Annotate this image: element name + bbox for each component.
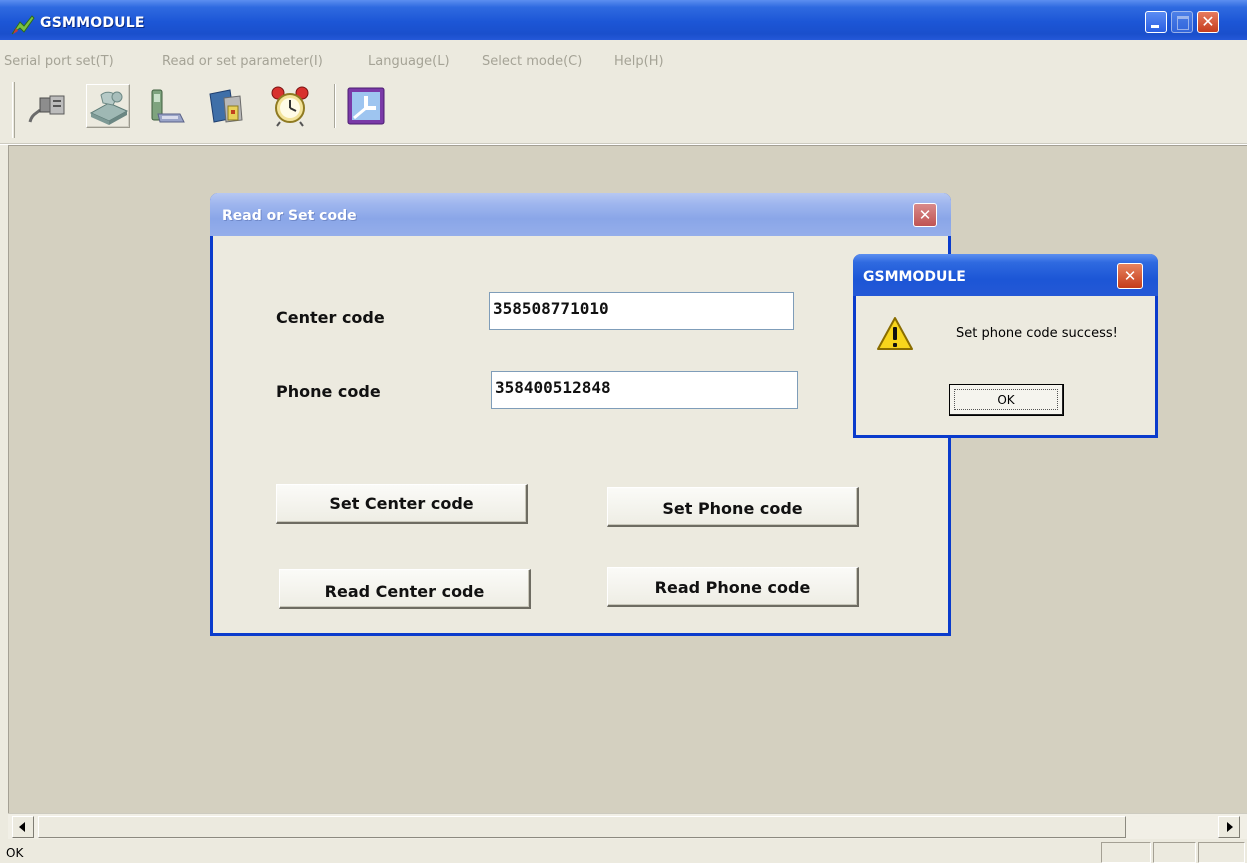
window-title: GSMMODULE xyxy=(40,15,145,31)
dialog-title: Read or Set code xyxy=(222,208,357,224)
toolbar xyxy=(0,76,1247,144)
status-bar: OK xyxy=(0,839,1247,863)
set-phone-code-button[interactable]: Set Phone code xyxy=(607,487,859,527)
dialog-close-button[interactable]: ✕ xyxy=(913,203,937,227)
arrow-left-icon xyxy=(19,822,25,832)
clock-button[interactable] xyxy=(344,84,388,128)
alarm-button[interactable] xyxy=(268,84,312,128)
status-panel xyxy=(1101,842,1151,863)
clock-icon xyxy=(347,87,385,125)
window-title-bar: GSMMODULE ✕ xyxy=(0,0,1247,40)
ok-button[interactable]: OK xyxy=(949,384,1064,416)
read-center-code-button[interactable]: Read Center code xyxy=(279,569,531,609)
module-settings-button[interactable] xyxy=(86,84,130,128)
window-left-frame xyxy=(0,145,8,863)
scroll-right-button[interactable] xyxy=(1218,816,1240,838)
scroll-left-button[interactable] xyxy=(12,816,34,838)
toolbar-grip[interactable] xyxy=(12,82,15,138)
message-text: Set phone code success! xyxy=(956,326,1118,341)
center-code-label: Center code xyxy=(276,308,385,327)
close-button[interactable]: ✕ xyxy=(1197,11,1219,33)
alarm-clock-icon xyxy=(271,86,309,127)
message-box: GSMMODULE ✕ Set phone code success! OK xyxy=(853,254,1158,438)
document-folder-button[interactable] xyxy=(204,84,248,128)
serial-port-button[interactable] xyxy=(26,84,70,128)
phone-button[interactable] xyxy=(144,84,188,128)
maximize-button[interactable] xyxy=(1171,11,1193,33)
close-icon: ✕ xyxy=(918,206,932,224)
warning-icon xyxy=(877,317,913,350)
minimize-button[interactable] xyxy=(1145,11,1167,33)
set-center-code-button[interactable]: Set Center code xyxy=(276,484,528,524)
app-icon xyxy=(11,15,35,35)
center-code-field[interactable]: 358508771010 xyxy=(489,292,794,330)
menu-select-mode[interactable]: Select mode(C) xyxy=(482,54,582,69)
status-panel xyxy=(1153,842,1196,863)
module-settings-icon xyxy=(89,91,129,125)
menu-language[interactable]: Language(L) xyxy=(368,54,450,69)
message-box-close-button[interactable]: ✕ xyxy=(1117,263,1143,289)
status-text: OK xyxy=(6,846,24,860)
close-icon: ✕ xyxy=(1123,267,1137,285)
dialog-body: Center code 358508771010 Phone code 3584… xyxy=(213,236,948,633)
status-panel xyxy=(1198,842,1245,863)
close-icon: ✕ xyxy=(1201,12,1215,31)
serial-port-icon xyxy=(28,95,65,123)
toolbar-separator xyxy=(334,84,336,128)
phone-icon xyxy=(151,89,185,123)
document-folder-icon xyxy=(209,89,243,123)
menu-help[interactable]: Help(H) xyxy=(614,54,664,69)
message-box-title-bar[interactable]: GSMMODULE ✕ xyxy=(853,254,1158,296)
phone-code-label: Phone code xyxy=(276,382,381,401)
read-phone-code-button[interactable]: Read Phone code xyxy=(607,567,859,607)
menu-serial-port-set[interactable]: Serial port set(T) xyxy=(4,54,114,69)
arrow-right-icon xyxy=(1227,822,1233,832)
menu-bar: Serial port set(T) Read or set parameter… xyxy=(0,40,1247,76)
phone-code-field[interactable]: 358400512848 xyxy=(491,371,798,409)
message-box-title: GSMMODULE xyxy=(863,269,966,285)
scrollbar-thumb[interactable] xyxy=(38,816,1126,838)
read-or-set-code-dialog: Read or Set code ✕ Center code 358508771… xyxy=(210,193,951,636)
menu-read-or-set-parameter[interactable]: Read or set parameter(I) xyxy=(162,54,323,69)
horizontal-scrollbar[interactable] xyxy=(8,813,1247,839)
dialog-title-bar[interactable]: Read or Set code ✕ xyxy=(210,193,951,236)
